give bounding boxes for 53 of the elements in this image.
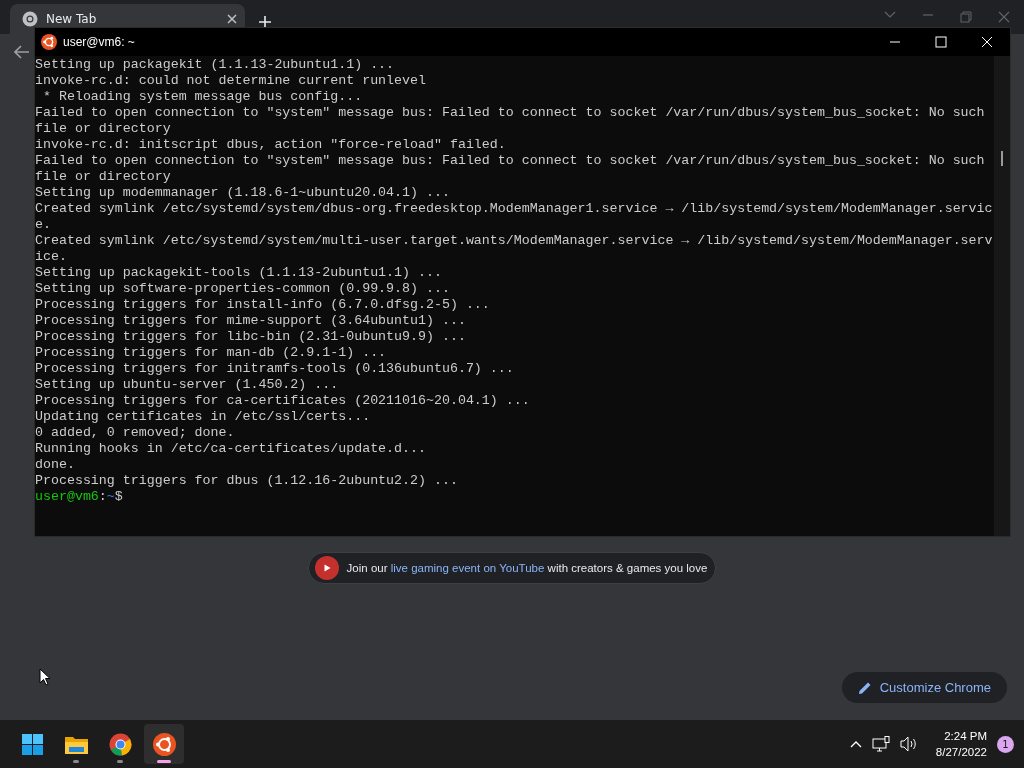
- app-logo-icon: [41, 34, 57, 50]
- terminal-line: * Reloading system message bus config...: [41, 89, 364, 105]
- terminal-line: Running hooks in /etc/ca-certificates/update.d...: [35, 441, 427, 457]
- terminal-line: Failed to open connection to "system" message bus: Failed to connect to socket /var/run/dbus/system_bus_socket: No such: [35, 153, 986, 169]
- mouse-pointer-icon: [39, 668, 51, 686]
- terminal-line: Setting up packagekit-tools (1.1.13-2ubuntu1.1) ...: [35, 265, 443, 281]
- terminal-line: Failed to open connection to "system" message bus: Failed to connect to socket /var/run/dbus/system_bus_socket: No such: [35, 105, 986, 121]
- scrollbar[interactable]: [994, 56, 1010, 536]
- clock-time[interactable]: 2:24 PM: [944, 728, 987, 744]
- terminal-line: Processing triggers for dbus (1.12.16-2ubuntu2.2) ...: [35, 473, 459, 489]
- chevron-up-icon[interactable]: [849, 740, 862, 748]
- terminal-line: 0 added, 0 removed; done.: [35, 425, 236, 441]
- back-arrow-icon[interactable]: [14, 45, 30, 59]
- windows-logo-icon[interactable]: [19, 731, 45, 757]
- browser-logo-icon: [22, 11, 38, 27]
- terminal-line: Setting up software-properties-common (0.99.9.8) ...: [35, 281, 451, 297]
- terminal-line: done.: [35, 457, 76, 473]
- shell-prompt: user@vm6:~$: [35, 489, 124, 505]
- maximize-icon[interactable]: [935, 36, 947, 48]
- terminal-line: Processing triggers for man-db (2.9.1-1) ...: [35, 345, 388, 361]
- terminal-line: Updating certificates in /etc/ssl/certs...: [35, 409, 372, 425]
- terminal-line: Created symlink /etc/systemd/system/multi-user.target.wants/ModemManager.service → /lib/systemd/system/ModemManager.serv: [35, 233, 994, 249]
- notification-badge[interactable]: 1: [997, 735, 1014, 753]
- new-tab-icon[interactable]: [259, 16, 271, 28]
- window-title: user@vm6: ~: [63, 35, 135, 49]
- terminal-line: Processing triggers for ca-certificates (20211016~20.04.1) ...: [35, 393, 531, 409]
- terminal-line: Processing triggers for libc-bin (2.31-0ubuntu9.9) ...: [35, 329, 467, 345]
- promo-link[interactable]: live gaming event on YouTube: [390, 562, 545, 574]
- clock-date[interactable]: 8/27/2022: [935, 744, 987, 760]
- terminal-line: Processing triggers for mime-support (3.64ubuntu1) ...: [35, 313, 467, 329]
- terminal-line: Processing triggers for initramfs-tools (0.136ubuntu6.7) ...: [35, 361, 515, 377]
- customize-button[interactable]: Customize Chrome: [841, 672, 1007, 703]
- video-play-icon: [314, 556, 339, 580]
- promo-text: Join our live gaming event on YouTube with creators & games you love: [346, 562, 708, 574]
- terminal-line: Setting up modemmanager (1.18.6-1~ubuntu20.04.1) ...: [35, 185, 451, 201]
- terminal-line: Setting up packagekit (1.1.13-2ubuntu1.1) ...: [35, 57, 396, 73]
- terminal-line: Created symlink /etc/systemd/system/dbus-org.freedesktop.ModemManager1.service → /lib/systemd/system/ModemManager.servic: [35, 201, 994, 217]
- terminal-line: file or directory: [35, 121, 172, 137]
- terminal-line: e.: [35, 217, 52, 233]
- pencil-icon: [857, 680, 872, 695]
- network-icon[interactable]: [871, 736, 890, 752]
- browser-logo-icon[interactable]: [107, 731, 133, 757]
- chevron-down-icon[interactable]: [884, 11, 896, 19]
- close-icon[interactable]: [227, 14, 237, 24]
- scrollbar-thumb[interactable]: [1001, 151, 1003, 166]
- terminal-line: file or directory: [35, 169, 172, 185]
- terminal-line: invoke-rc.d: initscript dbus, action "force-reload" failed.: [35, 137, 507, 153]
- terminal-line: invoke-rc.d: could not determine current runlevel: [35, 73, 427, 89]
- volume-icon[interactable]: [899, 736, 918, 752]
- app-logo-icon[interactable]: [151, 731, 177, 757]
- terminal-line: ice.: [35, 249, 68, 265]
- terminal-line: Processing triggers for install-info (6.7.0.dfsg.2-5) ...: [35, 297, 491, 313]
- terminal-line: Setting up ubuntu-server (1.450.2) ...: [35, 377, 340, 393]
